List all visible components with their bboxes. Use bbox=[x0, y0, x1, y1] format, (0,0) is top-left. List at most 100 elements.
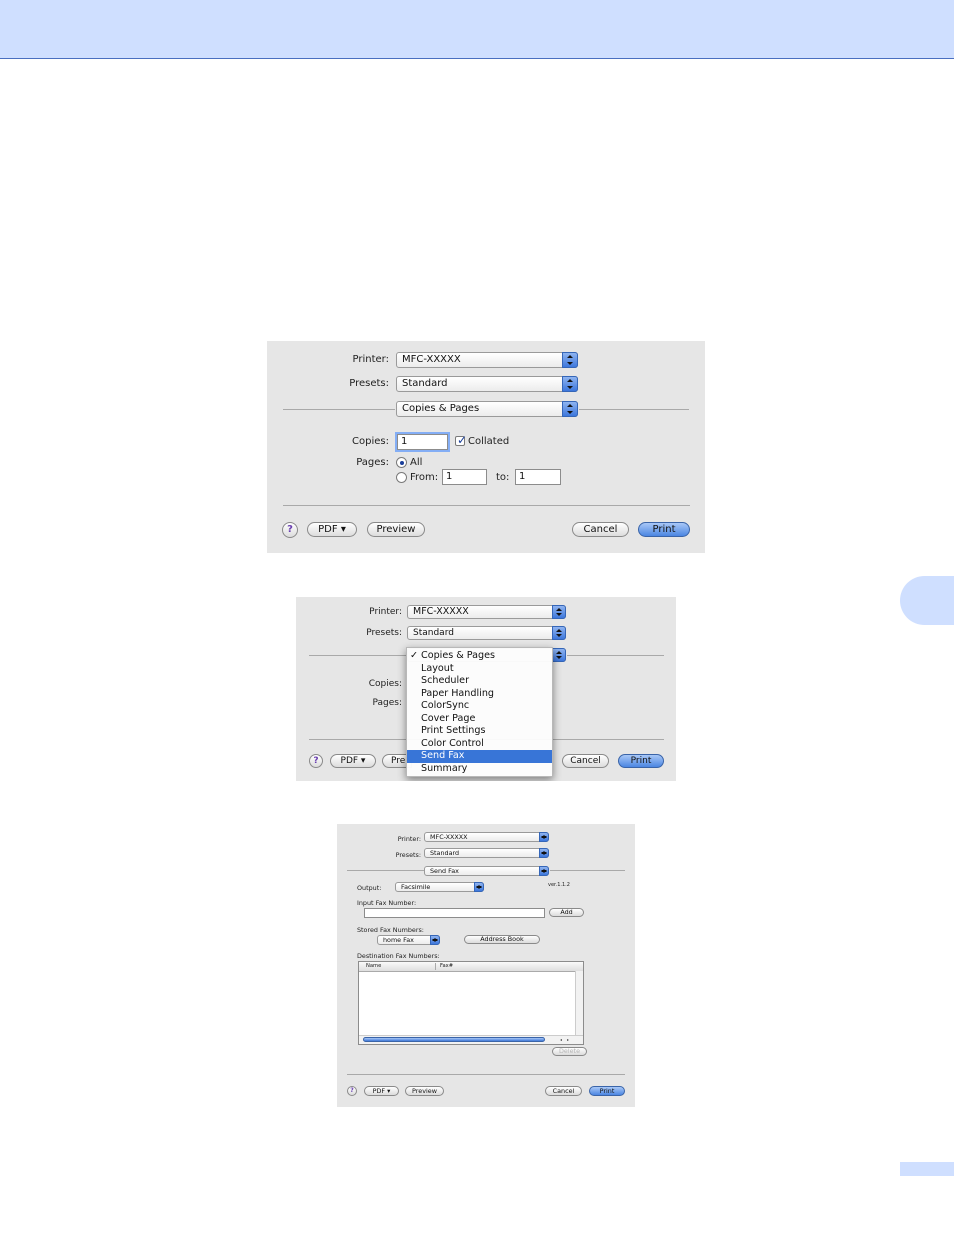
menu-item-summary[interactable]: Summary bbox=[407, 763, 552, 776]
cancel-button[interactable]: Cancel bbox=[572, 522, 629, 537]
popup-arrows-icon bbox=[552, 626, 566, 640]
popup-arrows-icon bbox=[539, 832, 549, 842]
stored-fax-value: home Fax bbox=[383, 936, 414, 944]
menu-item-cover-page[interactable]: Cover Page bbox=[407, 713, 552, 726]
popup-arrows-icon bbox=[552, 648, 566, 662]
from-input[interactable]: 1 bbox=[442, 469, 487, 485]
output-popup[interactable]: Facsimile bbox=[395, 882, 484, 892]
to-input[interactable]: 1 bbox=[515, 469, 561, 485]
menu-item-color-control[interactable]: Color Control bbox=[407, 738, 552, 751]
presets-popup[interactable]: Standard bbox=[396, 376, 578, 392]
printer-value: MFC-XXXXX bbox=[413, 606, 469, 617]
input-fax-label: Input Fax Number: bbox=[357, 899, 417, 907]
help-icon[interactable]: ? bbox=[282, 522, 298, 538]
copies-value: 1 bbox=[401, 436, 408, 447]
menu-item-copies-pages[interactable]: ✓ Copies & Pages bbox=[407, 650, 552, 663]
popup-arrows-icon bbox=[474, 882, 484, 892]
printer-value: MFC-XXXXX bbox=[430, 833, 468, 841]
version-label: ver.1.1.2 bbox=[548, 882, 570, 888]
presets-value: Standard bbox=[402, 378, 448, 389]
scroll-thumb[interactable] bbox=[363, 1037, 545, 1042]
scroll-left-icon[interactable]: ◂ bbox=[560, 1037, 562, 1042]
presets-value: Standard bbox=[430, 849, 460, 857]
menu-item-print-settings[interactable]: Print Settings bbox=[407, 725, 552, 738]
menu-item-scheduler[interactable]: Scheduler bbox=[407, 675, 552, 688]
table-header: Name Fax# bbox=[359, 962, 583, 972]
presets-popup[interactable]: Standard bbox=[424, 848, 549, 858]
collated-checkbox[interactable]: ✓ bbox=[455, 433, 468, 447]
pages-all-radio[interactable] bbox=[396, 457, 407, 468]
to-value: 1 bbox=[519, 471, 526, 482]
column-name[interactable]: Name bbox=[366, 963, 381, 969]
separator bbox=[347, 1074, 625, 1075]
separator bbox=[283, 409, 395, 410]
printer-popup[interactable]: MFC-XXXXX bbox=[407, 605, 566, 619]
address-book-button[interactable]: Address Book bbox=[464, 935, 540, 944]
pages-label: Pages: bbox=[372, 698, 402, 708]
popup-arrows-icon bbox=[552, 605, 566, 619]
separator bbox=[283, 505, 690, 506]
horizontal-scrollbar[interactable]: ◂ ▸ bbox=[359, 1035, 583, 1044]
destination-table[interactable]: Name Fax# ◂ ▸ bbox=[358, 961, 584, 1045]
scroll-right-icon[interactable]: ▸ bbox=[567, 1037, 569, 1042]
printer-popup[interactable]: MFC-XXXXX bbox=[424, 832, 549, 842]
panel-popup[interactable]: Send Fax bbox=[424, 866, 549, 876]
pdf-button[interactable]: PDF ▾ bbox=[307, 522, 357, 537]
help-icon[interactable]: ? bbox=[347, 1086, 357, 1096]
presets-popup[interactable]: Standard bbox=[407, 626, 566, 640]
checkmark-icon: ✓ bbox=[457, 433, 468, 447]
popup-arrows-icon bbox=[562, 376, 578, 392]
print-button[interactable]: Print bbox=[589, 1086, 625, 1096]
menu-item-paper-handling[interactable]: Paper Handling bbox=[407, 688, 552, 701]
separator bbox=[579, 409, 689, 410]
collated-label: Collated bbox=[468, 436, 510, 447]
pdf-button[interactable]: PDF ▾ bbox=[364, 1086, 399, 1096]
checkmark-icon: ✓ bbox=[410, 650, 419, 661]
popup-arrows-icon bbox=[539, 848, 549, 858]
output-label: Output: bbox=[357, 884, 382, 892]
presets-value: Standard bbox=[413, 628, 454, 638]
stored-fax-label: Stored Fax Numbers: bbox=[357, 926, 424, 934]
to-label: to: bbox=[496, 472, 510, 483]
column-divider bbox=[435, 963, 436, 970]
separator bbox=[550, 870, 625, 871]
menu-item-send-fax[interactable]: Send Fax bbox=[407, 750, 552, 763]
print-button[interactable]: Print bbox=[638, 522, 690, 537]
preview-button[interactable]: Preview bbox=[405, 1086, 444, 1096]
print-button[interactable]: Print bbox=[618, 754, 664, 768]
presets-label: Presets: bbox=[366, 628, 402, 638]
page-number-tab bbox=[900, 1162, 954, 1176]
printer-label: Printer: bbox=[369, 607, 402, 617]
delete-button[interactable]: Delete bbox=[552, 1047, 587, 1056]
printer-popup[interactable]: MFC-XXXXX bbox=[396, 352, 578, 368]
pages-label: Pages: bbox=[356, 457, 389, 468]
column-fax[interactable]: Fax# bbox=[440, 963, 453, 969]
from-value: 1 bbox=[446, 471, 453, 482]
print-dialog-panel-menu: Printer: MFC-XXXXX Presets: Standard Cop… bbox=[296, 597, 676, 781]
input-fax-number[interactable] bbox=[364, 908, 545, 918]
pdf-button[interactable]: PDF ▾ bbox=[330, 754, 376, 768]
printer-value: MFC-XXXXX bbox=[402, 354, 461, 365]
copies-label: Copies: bbox=[352, 436, 389, 447]
copies-input[interactable]: 1 bbox=[397, 434, 448, 450]
copies-label: Copies: bbox=[368, 679, 402, 689]
presets-label: Presets: bbox=[395, 851, 421, 859]
panel-value: Copies & Pages bbox=[402, 403, 480, 414]
panel-popup[interactable]: Copies & Pages bbox=[396, 401, 578, 417]
pages-from-radio[interactable] bbox=[396, 472, 407, 483]
menu-item-layout[interactable]: Layout bbox=[407, 663, 552, 676]
vertical-scrollbar[interactable] bbox=[575, 971, 583, 1036]
add-button[interactable]: Add bbox=[549, 908, 584, 917]
panel-menu: ✓ Copies & Pages Layout Scheduler Paper H… bbox=[406, 647, 553, 777]
cancel-button[interactable]: Cancel bbox=[545, 1086, 582, 1096]
separator bbox=[309, 655, 407, 656]
menu-item-colorsync[interactable]: ColorSync bbox=[407, 700, 552, 713]
preview-button[interactable]: Preview bbox=[367, 522, 425, 537]
chapter-tab bbox=[900, 576, 954, 625]
stored-fax-popup[interactable]: home Fax bbox=[377, 935, 440, 945]
header-band bbox=[0, 0, 954, 59]
printer-label: Printer: bbox=[397, 835, 421, 843]
cancel-button[interactable]: Cancel bbox=[562, 754, 609, 768]
print-dialog-copies-pages: Printer: MFC-XXXXX Presets: Standard Cop… bbox=[267, 341, 705, 553]
help-icon[interactable]: ? bbox=[309, 754, 323, 768]
